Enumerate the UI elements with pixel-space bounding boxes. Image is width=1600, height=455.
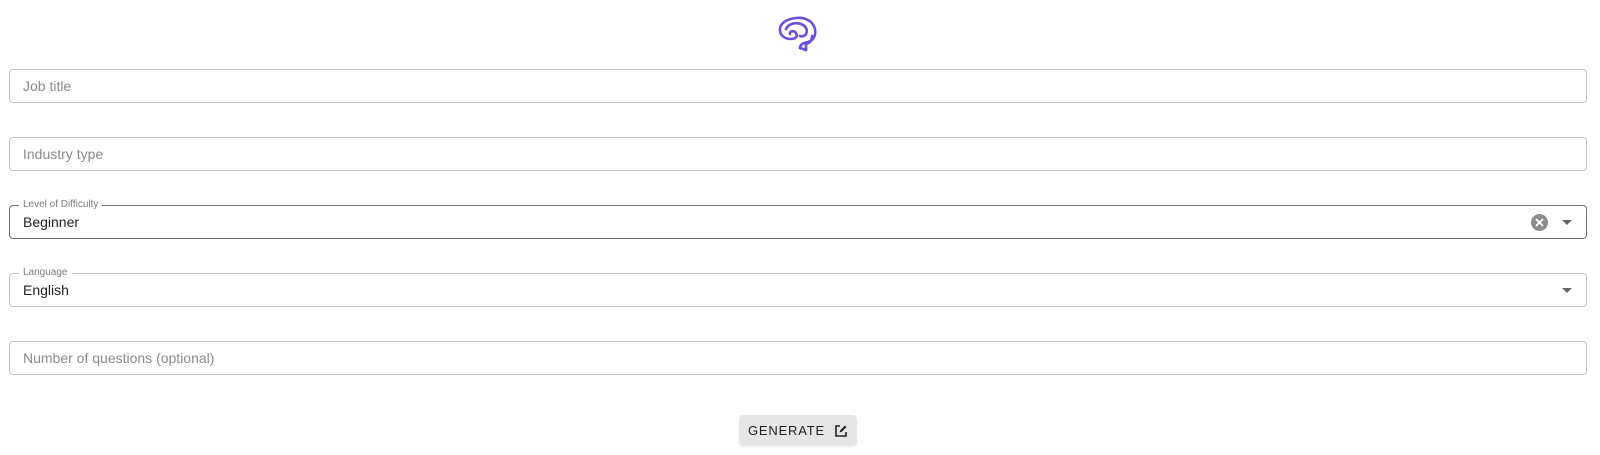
number-of-questions-field[interactable]: Number of questions (optional) — [9, 341, 1587, 375]
language-value: English — [23, 282, 69, 298]
difficulty-value: Beginner — [23, 214, 80, 230]
industry-type-placeholder: Industry type — [23, 146, 104, 162]
number-of-questions-placeholder: Number of questions (optional) — [23, 350, 215, 366]
job-title-field[interactable]: Job title — [9, 69, 1587, 103]
generate-button-label: GENERATE — [748, 423, 825, 438]
clear-icon[interactable] — [1531, 214, 1548, 231]
interview-generator-page: Job title Industry type Level of Difficu… — [0, 0, 1600, 455]
dropdown-arrow-icon[interactable] — [1562, 288, 1572, 293]
dropdown-arrow-icon[interactable] — [1562, 220, 1572, 225]
generate-button[interactable]: GENERATE — [739, 415, 857, 446]
brain-logo-icon — [775, 13, 821, 53]
language-select[interactable]: Language English — [9, 267, 1587, 307]
industry-type-field[interactable]: Industry type — [9, 137, 1587, 171]
difficulty-select[interactable]: Level of Difficulty Beginner — [9, 199, 1587, 239]
job-title-placeholder: Job title — [23, 78, 72, 94]
edit-icon — [834, 424, 848, 438]
